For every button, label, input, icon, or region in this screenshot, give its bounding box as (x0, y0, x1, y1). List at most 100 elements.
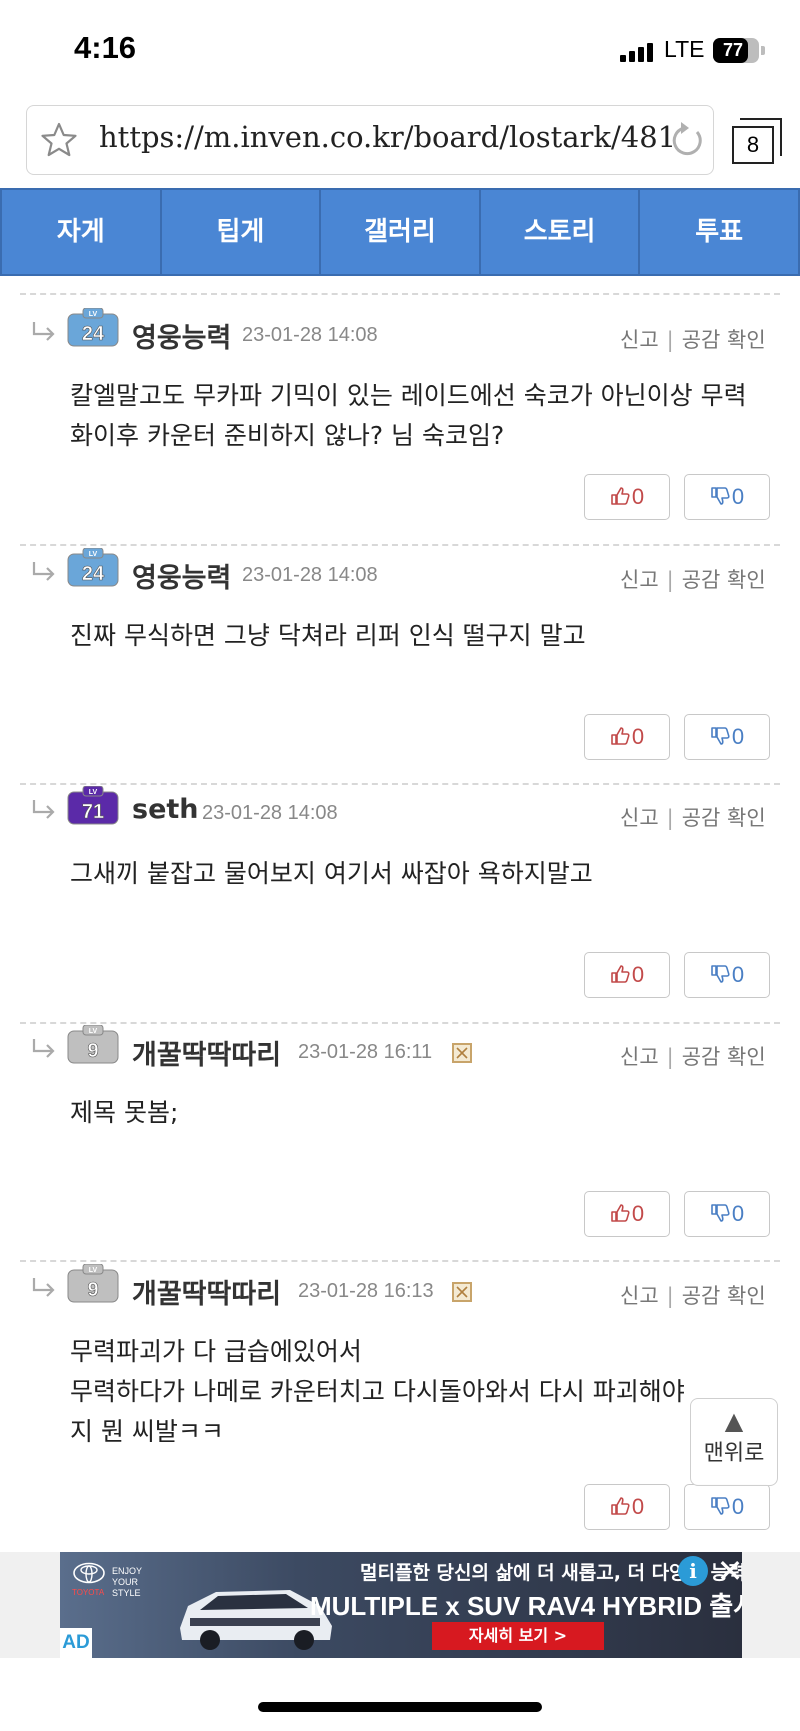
level-number: 71 (82, 801, 104, 823)
thumbs-down-icon (710, 1201, 732, 1226)
svg-text:LV: LV (89, 1267, 98, 1274)
svg-text:LV: LV (89, 789, 98, 796)
battery-icon: 77 (713, 38, 759, 63)
comment-body: 제목 못봄; (70, 1093, 780, 1133)
ad-close-icon[interactable]: ✕ (715, 1552, 742, 1590)
scroll-to-top-button[interactable]: ▲ 맨위로 (690, 1398, 778, 1486)
warning-icon[interactable] (452, 1043, 472, 1063)
url-text[interactable]: https://m.inven.co.kr/board/lostark/4811… (99, 120, 674, 154)
level-number: 9 (87, 1279, 98, 1301)
upvote-button[interactable]: 0 (584, 1191, 670, 1237)
status-bar: 4:16 LTE 77 (0, 0, 800, 100)
comment-body: 무력파괴가 다 급습에있어서무력하다가 나메로 카운터치고 다시돌아와서 다시 … (70, 1332, 780, 1452)
separator: | (666, 328, 674, 352)
thumbs-down-icon (710, 724, 732, 749)
comment-nickname[interactable]: 영웅능력 (132, 316, 231, 355)
ad-title: MULTIPLE x SUV RAV4 HYBRID 출시 (310, 1591, 742, 1621)
sympathy-check-link[interactable]: 공감 확인 (682, 806, 766, 830)
scroll-to-top-label: 맨위로 (703, 1441, 765, 1466)
status-time: 4:16 (74, 30, 137, 65)
reload-icon[interactable] (667, 120, 707, 160)
toyota-logo: TOYOTA ENJOY YOUR STYLE (68, 1558, 158, 1608)
upvote-button[interactable]: 0 (584, 1484, 670, 1530)
level-number: 24 (82, 563, 105, 585)
downvote-count: 0 (731, 1494, 745, 1519)
report-link[interactable]: 신고 (620, 1284, 659, 1308)
report-link[interactable]: 신고 (620, 328, 659, 352)
upvote-count: 0 (631, 962, 645, 987)
separator: | (666, 1045, 674, 1069)
nav-item-free-board[interactable]: 자게 (2, 190, 162, 274)
address-bar[interactable]: https://m.inven.co.kr/board/lostark/4811… (26, 105, 714, 175)
upvote-button[interactable]: 0 (584, 952, 670, 998)
home-indicator[interactable] (258, 1702, 542, 1712)
ad-info-icon[interactable]: i (678, 1556, 708, 1586)
comment-datetime: 23-01-28 16:13 (298, 1280, 434, 1302)
downvote-count: 0 (731, 962, 745, 987)
report-link[interactable]: 신고 (620, 806, 659, 830)
upvote-count: 0 (631, 484, 645, 509)
comment-datetime: 23-01-28 14:08 (242, 564, 378, 586)
comment-body-line: 무력하다가 나메로 카운터치고 다시돌아와서 다시 파괴해야 (70, 1377, 685, 1406)
up-arrow-icon: ▲ (724, 1407, 744, 1435)
level-badge-icon: LV 24 (67, 308, 119, 347)
sympathy-check-link[interactable]: 공감 확인 (682, 1284, 766, 1308)
svg-text:LV: LV (89, 551, 98, 558)
downvote-count: 0 (731, 1201, 745, 1226)
sympathy-check-link[interactable]: 공감 확인 (682, 568, 766, 592)
ad-banner[interactable]: TOYOTA ENJOY YOUR STYLE 멀티플한 당신의 삶에 더 새롭… (60, 1552, 742, 1658)
thumbs-up-icon (610, 962, 632, 987)
battery-percent: 77 (722, 40, 744, 60)
comment-body: 그새끼 붙잡고 물어보지 여기서 싸잡아 욕하지말고 (70, 854, 780, 894)
report-link[interactable]: 신고 (620, 1045, 659, 1069)
downvote-button[interactable]: 0 (684, 1484, 770, 1530)
comment-body-line: 그새끼 붙잡고 물어보지 여기서 싸잡아 욕하지말고 (70, 859, 593, 888)
separator: | (666, 1284, 674, 1308)
upvote-button[interactable]: 0 (584, 474, 670, 520)
ad-tagline: ENJOY YOUR STYLE (112, 1566, 142, 1598)
thumbs-up-icon (610, 484, 632, 509)
thumbs-up-icon (610, 1494, 632, 1519)
thumbs-down-icon (710, 962, 732, 987)
ad-cta-button[interactable]: 자세히 보기 > (432, 1622, 604, 1650)
downvote-button[interactable]: 0 (684, 714, 770, 760)
nav-item-story[interactable]: 스토리 (481, 190, 641, 274)
comment-body: 칼엘말고도 무카파 기믹이 있는 레이드에선 숙코가 아닌이상 무력 화이후 카운… (70, 376, 780, 456)
svg-text:LV: LV (89, 311, 98, 318)
downvote-button[interactable]: 0 (684, 1191, 770, 1237)
upvote-button[interactable]: 0 (584, 714, 670, 760)
report-link[interactable]: 신고 (620, 568, 659, 592)
downvote-button[interactable]: 0 (684, 474, 770, 520)
thumbs-up-icon (610, 1201, 632, 1226)
comment-body-line: 제목 못봄; (70, 1098, 179, 1127)
comment-nickname[interactable]: 개꿀딱딱따리 (132, 1033, 281, 1072)
comment-body-line: 무력파괴가 다 급습에있어서 (70, 1337, 362, 1366)
downvote-count: 0 (731, 724, 745, 749)
reply-arrow-icon (32, 322, 55, 341)
comment-nickname[interactable]: seth (132, 794, 199, 825)
sympathy-check-link[interactable]: 공감 확인 (682, 1045, 766, 1069)
sympathy-check-link[interactable]: 공감 확인 (682, 328, 766, 352)
bookmark-star-icon[interactable] (39, 120, 79, 160)
reply-arrow-icon (32, 1278, 55, 1297)
comment-body-line: 칼엘말고도 무카파 기믹이 있는 레이드에선 숙코가 아닌이상 무력 (70, 381, 747, 410)
reply-arrow-icon (32, 800, 55, 819)
comment-nickname[interactable]: 영웅능력 (132, 556, 231, 595)
level-badge-icon: LV 9 (67, 1264, 119, 1303)
svg-text:LV: LV (89, 1028, 98, 1035)
thumbs-up-icon (610, 724, 632, 749)
comment-datetime: 23-01-28 14:08 (242, 324, 378, 346)
comment-datetime: 23-01-28 16:11 (298, 1041, 433, 1063)
comment-nickname[interactable]: 개꿀딱딱따리 (132, 1272, 281, 1311)
thumbs-down-icon (710, 484, 732, 509)
nav-item-vote[interactable]: 투표 (640, 190, 798, 274)
nav-item-gallery[interactable]: 갤러리 (321, 190, 481, 274)
warning-icon[interactable] (452, 1282, 472, 1302)
ad-brand-name: TOYOTA (72, 1588, 105, 1597)
reply-arrow-icon (32, 1039, 55, 1058)
comment-body-line: 지 뭔 씨발ㅋㅋ (70, 1417, 224, 1446)
downvote-button[interactable]: 0 (684, 952, 770, 998)
signal-icon (620, 40, 656, 62)
tab-count-button[interactable]: 8 (732, 126, 774, 164)
nav-item-tip-board[interactable]: 팁게 (162, 190, 322, 274)
